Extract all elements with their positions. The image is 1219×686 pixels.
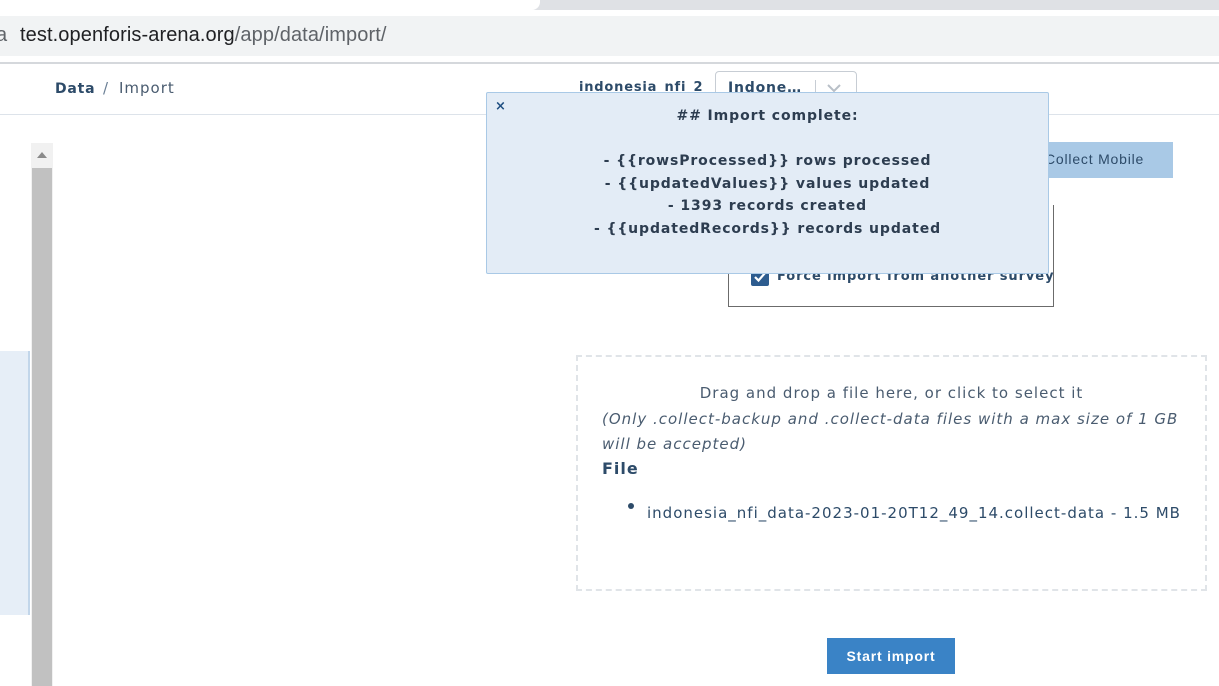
notification-line: - {{updatedRecords}} records updated — [593, 221, 942, 237]
sidebar-active-item[interactable] — [0, 351, 30, 615]
scrollbar-thumb[interactable] — [32, 168, 52, 686]
scroll-up-arrow-icon[interactable] — [37, 152, 47, 158]
file-dropzone[interactable]: Drag and drop a file here, or click to s… — [576, 355, 1207, 591]
url-path: /app/data/import/ — [234, 24, 387, 46]
browser-active-tab[interactable] — [0, 0, 540, 10]
browser-address-bar: a test.openforis-arena.org/app/data/impo… — [0, 10, 1219, 62]
breadcrumb-data-link[interactable]: Data — [55, 81, 95, 97]
file-heading: File — [602, 459, 639, 478]
import-complete-notification: × ## Import complete: - {{rowsProcessed}… — [486, 92, 1049, 274]
collect-mobile-label: Collect Mobile — [1045, 151, 1145, 167]
site-info-icon[interactable]: a — [0, 24, 7, 47]
notification-line: - {{updatedValues}} values updated — [604, 176, 931, 192]
browser-tab-strip — [0, 0, 1219, 10]
selected-file-item: indonesia_nfi_data-2023-01-20T12_49_14.c… — [647, 504, 1181, 522]
breadcrumb-current-page: Import — [119, 79, 175, 97]
url-omnibox[interactable]: a test.openforis-arena.org/app/data/impo… — [0, 16, 1219, 56]
list-bullet — [628, 503, 634, 509]
start-import-button[interactable]: Start import — [827, 638, 955, 674]
breadcrumb-separator: / — [103, 79, 109, 97]
notification-line: - {{rowsProcessed}} rows processed — [603, 153, 932, 169]
dropzone-title: Drag and drop a file here, or click to s… — [699, 384, 1084, 402]
dropzone-hint: (Only .collect-backup and .collect-data … — [602, 410, 1179, 453]
notification-line: - 1393 records created — [667, 198, 868, 214]
url-host: test.openforis-arena.org — [20, 24, 235, 46]
url-text[interactable]: test.openforis-arena.org/app/data/import… — [20, 24, 387, 47]
notification-heading: ## Import complete: — [676, 108, 859, 124]
start-import-label: Start import — [846, 648, 936, 664]
